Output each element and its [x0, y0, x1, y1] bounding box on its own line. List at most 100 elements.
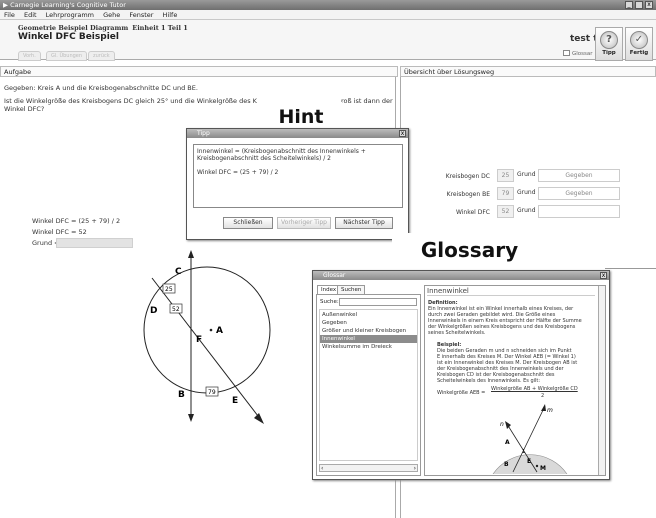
circle-diagram: C D A F B E 25 52 79 [143, 250, 271, 424]
row-unit-dc: Grund [517, 171, 536, 178]
problem-title: Winkel DFC Beispiel [18, 32, 119, 42]
previous-hint-button[interactable]: Vorheriger Tipp [277, 217, 331, 229]
task-question-2: Winkel DFC? [4, 105, 45, 113]
example-a-label: A [505, 439, 510, 446]
task-question-end: roß ist dann der [341, 97, 393, 105]
row-label-be: Kreisbogen BE [446, 191, 490, 198]
done-tool-button[interactable]: ✓ Fertig [625, 27, 653, 61]
menu-bar: File Edit Lehrprogramm Gehe Fenster Hilf… [0, 10, 656, 20]
hint-dialog-title: Tipp [197, 130, 210, 137]
hint-dialog-close-icon[interactable]: x [399, 130, 406, 137]
breadcrumb-unit: Einheit 1 Teil 1 [132, 24, 188, 32]
done-tool-label: Fertig [629, 50, 649, 56]
row-value-dc[interactable]: 25 [497, 169, 514, 182]
glossary-term: Innenwinkel [427, 287, 595, 296]
list-item-selected[interactable]: Innenwinkel [320, 335, 417, 343]
reason-input[interactable] [56, 238, 133, 248]
example-figure: m n A B E M 1 [492, 404, 568, 474]
example-angle-label: 1 [522, 449, 525, 455]
definition-vertical-scrollbar[interactable] [598, 286, 605, 475]
search-label: Suche: [320, 299, 339, 305]
hint-line-1: Innenwinkel = (Kreisbogenabschnitt des I… [197, 148, 366, 155]
hint-tool-label: Tipp [602, 50, 616, 56]
question-icon: ? [600, 31, 618, 49]
example-n-label: n [500, 421, 504, 428]
close-window-button[interactable]: x [645, 1, 653, 9]
book-icon [563, 50, 570, 56]
next-hint-button[interactable]: Nächster Tipp [335, 217, 393, 229]
menu-gehe[interactable]: Gehe [103, 11, 120, 19]
solution-line-1: Winkel DFC = (25 + 79) / 2 [32, 217, 121, 225]
scroll-right-icon[interactable]: › [414, 465, 416, 472]
tab-search[interactable]: Suchen [337, 285, 366, 294]
point-f-label: F [196, 335, 202, 345]
menu-fenster[interactable]: Fenster [129, 11, 153, 19]
menu-file[interactable]: File [4, 11, 15, 19]
arc-dc-value: 25 [165, 286, 173, 293]
example-b-label: B [504, 461, 509, 468]
row-label-dc: Kreisbogen DC [445, 173, 490, 180]
nav-tab-back[interactable]: zurück [88, 51, 115, 61]
hint-dialog-titlebar: Tipp [187, 129, 408, 138]
list-item[interactable]: Winkelsumme im Dreieck [320, 343, 417, 351]
nav-tab-exercises[interactable]: Gl. Übungen [46, 51, 88, 61]
overview-panel-header: Übersicht über Lösungsweg [400, 66, 656, 77]
hint-text-box: Innenwinkel = (Kreisbogenabschnitt des I… [193, 144, 403, 208]
task-question: Ist die Winkelgröße des Kreisbogens DC g… [4, 97, 257, 105]
row-value-be[interactable]: 79 [497, 187, 514, 200]
task-given: Gegeben: Kreis A und die Kreisbogenabsch… [4, 84, 198, 92]
list-item[interactable]: Gegeben [320, 319, 417, 327]
row-label-dfc: Winkel DFC [455, 209, 490, 216]
formula-denominator: 2 [541, 393, 545, 399]
row-value-dfc[interactable]: 52 [497, 205, 514, 218]
arc-be-value: 79 [208, 389, 216, 396]
breadcrumb: Geometrie Beispiel Diagramm Einheit 1 Tei… [18, 24, 188, 32]
row-reason-dfc[interactable] [538, 205, 620, 218]
glossary-definition-pane: Innenwinkel Definition: Ein Innenwinkel … [424, 285, 606, 476]
point-a-label: A [216, 326, 223, 336]
window-title-text: Carnegie Learning's Cognitive Tutor [10, 1, 126, 9]
window-title: ▶ Carnegie Learning's Cognitive Tutor [0, 0, 656, 10]
formula-numerator: Winkelgröße AB + Winkelgröße CD [491, 386, 578, 392]
menu-edit[interactable]: Edit [24, 11, 37, 19]
glossary-index-pane: Suche: Außenwinkel Gegeben Größer und kl… [316, 294, 421, 476]
center-point [209, 328, 213, 332]
glossary-dialog-close-icon[interactable]: x [600, 272, 607, 279]
point-b-label: B [178, 390, 185, 400]
index-list: Außenwinkel Gegeben Größer und kleiner K… [319, 309, 418, 461]
line-de [151, 277, 259, 417]
point-c-label: C [175, 267, 182, 277]
glossary-button-label: Glossar [572, 51, 593, 57]
task-panel-header: Aufgabe [0, 66, 398, 77]
arrow-bottom [188, 414, 194, 422]
search-input[interactable] [339, 298, 417, 306]
glossary-button[interactable]: Glossar [563, 50, 593, 57]
row-unit-be: Grund [517, 189, 536, 196]
hint-close-button[interactable]: Schließen [223, 217, 273, 229]
minimize-button[interactable]: _ [625, 1, 633, 9]
glossary-callout: Glossary [392, 233, 547, 267]
nav-tab-previous[interactable]: Vorh. [18, 51, 41, 61]
glossary-dialog-titlebar: Glossar [313, 271, 609, 280]
checkmark-icon: ✓ [630, 31, 648, 49]
point-d-label: D [150, 306, 157, 316]
row-unit-dfc: Grund [517, 207, 536, 214]
example-m-label: m [547, 407, 553, 414]
breadcrumb-lesson: Geometrie Beispiel Diagramm [18, 24, 129, 32]
scroll-left-icon[interactable]: ‹ [321, 465, 323, 472]
glossary-dialog: Glossar x Index Suchen Suche: Außenwinke… [312, 270, 610, 480]
menu-lehrprogramm[interactable]: Lehrprogramm [46, 11, 94, 19]
hint-tool-button[interactable]: ? Tipp [595, 27, 623, 61]
example-arrow-n [505, 421, 511, 429]
index-horizontal-scrollbar[interactable]: ‹ › [319, 464, 418, 472]
row-reason-be[interactable]: Gegeben [538, 187, 620, 200]
example-center [535, 464, 539, 468]
hint-line-2: Kreisbogenabschnitt des Scheitelwinkels)… [197, 155, 331, 162]
list-item[interactable]: Außenwinkel [320, 311, 417, 319]
maximize-button[interactable] [635, 1, 643, 9]
menu-hilfe[interactable]: Hilfe [163, 11, 178, 19]
angle-dfc-value: 52 [172, 306, 180, 313]
list-item[interactable]: Größer und kleiner Kreisbogen [320, 327, 417, 335]
hint-line-3: Winkel DFC = (25 + 79) / 2 [197, 169, 279, 176]
row-reason-dc[interactable]: Gegeben [538, 169, 620, 182]
